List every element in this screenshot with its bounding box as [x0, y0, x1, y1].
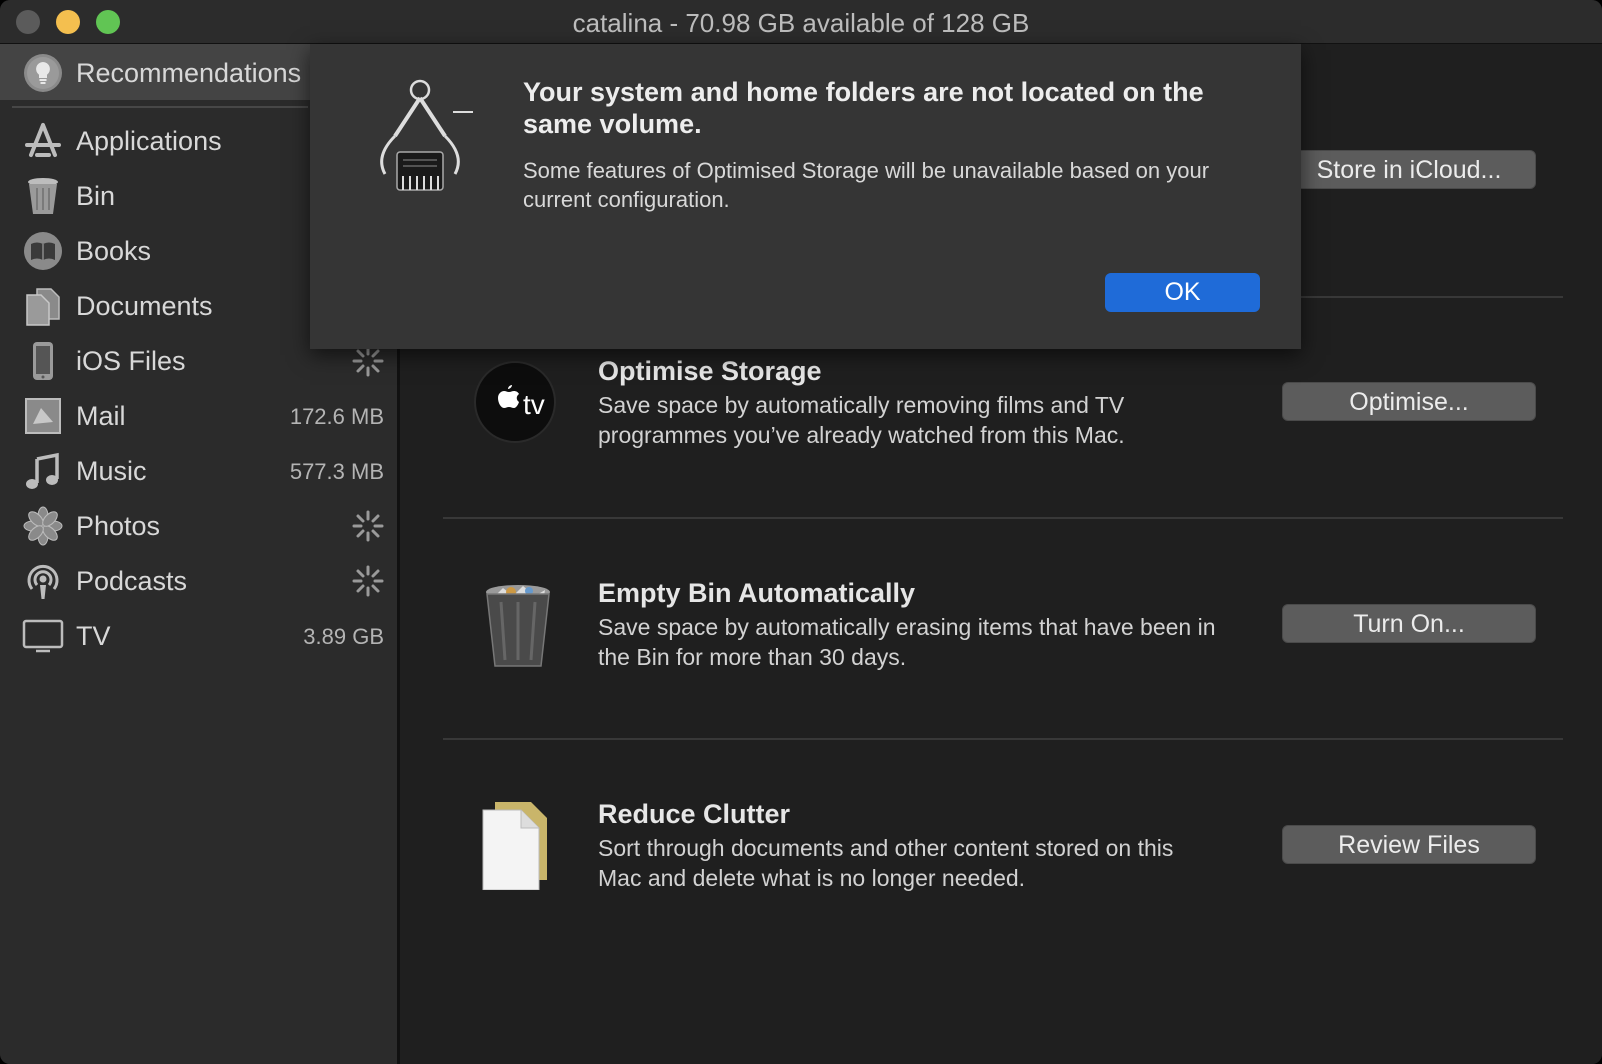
reduce-clutter-description: Sort through documents and other content…: [598, 835, 1174, 891]
optimise-storage-title: Optimise Storage: [598, 356, 822, 386]
loading-spinner-icon: [352, 345, 384, 377]
alert-dialog: Your system and home folders are not loc…: [310, 44, 1301, 349]
sidebar-item-label: Applications: [76, 126, 222, 156]
loading-spinner-icon: [352, 510, 384, 542]
window-title: catalina - 70.98 GB available of 128 GB: [572, 8, 1030, 38]
podcasts-icon: [22, 560, 64, 602]
dialog-message: Some features of Optimised Storage will …: [523, 158, 1210, 212]
apple-tv-icon-text: tv: [523, 389, 545, 420]
document-icon: [473, 800, 563, 891]
sidebar-item-photos[interactable]: Photos: [0, 499, 400, 553]
sidebar-item-tv[interactable]: TV 3.89 GB: [0, 609, 400, 663]
sidebar-item-podcasts[interactable]: Podcasts: [0, 554, 400, 608]
optimise-storage-description: Save space by automatically removing fil…: [598, 392, 1125, 448]
sidebar-item-label: iOS Files: [76, 346, 186, 376]
photos-icon: [22, 505, 64, 547]
apple-tv-icon: tv: [473, 358, 563, 448]
sidebar-item-label: Books: [76, 236, 152, 266]
iphone-icon: [22, 340, 64, 382]
dialog-title: Your system and home folders are not loc…: [523, 77, 1204, 139]
sidebar-item-label: TV: [76, 621, 111, 651]
sidebar-item-label: Podcasts: [76, 566, 188, 596]
documents-icon: [22, 285, 64, 327]
review-files-button[interactable]: Review Files: [1282, 825, 1536, 864]
mail-icon: [22, 395, 64, 437]
reduce-clutter-title: Reduce Clutter: [598, 799, 791, 829]
storage-management-window: catalina - 70.98 GB available of 128 GB …: [0, 0, 1602, 1064]
disk-utility-icon: [365, 76, 475, 206]
sidebar-item-label: Mail: [76, 401, 126, 431]
applications-icon: [22, 120, 64, 162]
sidebar-divider: [12, 106, 308, 108]
sidebar-item-label: Music: [76, 456, 147, 486]
sidebar-item-label: Documents: [76, 291, 213, 321]
turn-on-button[interactable]: Turn On...: [1282, 604, 1536, 643]
sidebar-item-music[interactable]: Music 577.3 MB: [0, 444, 400, 498]
optimise-button[interactable]: Optimise...: [1282, 382, 1536, 421]
title-bar[interactable]: catalina - 70.98 GB available of 128 GB: [0, 0, 1602, 44]
store-in-icloud-button[interactable]: Store in iCloud...: [1282, 150, 1536, 189]
books-icon: [22, 230, 64, 272]
bin-icon: [22, 175, 64, 217]
sidebar-item-size: 577.3 MB: [289, 459, 384, 484]
sidebar-item-size: 3.89 GB: [303, 624, 384, 649]
music-note-icon: [22, 450, 64, 492]
sidebar-item-size: 172.6 MB: [289, 404, 384, 429]
row-divider: [443, 517, 1563, 519]
tv-icon: [22, 615, 64, 657]
full-bin-icon: [473, 580, 563, 670]
sidebar-item-label: Recommendations: [76, 58, 302, 88]
loading-spinner-icon: [352, 565, 384, 597]
sidebar-item-label: Photos: [76, 511, 161, 541]
lightbulb-icon: [22, 52, 64, 94]
empty-bin-title: Empty Bin Automatically: [598, 578, 916, 608]
sidebar-item-mail[interactable]: Mail 172.6 MB: [0, 389, 400, 443]
row-divider: [443, 738, 1563, 740]
ok-button[interactable]: OK: [1105, 273, 1260, 312]
sidebar-item-label: Bin: [76, 181, 116, 211]
empty-bin-description: Save space by automatically erasing item…: [598, 614, 1216, 670]
